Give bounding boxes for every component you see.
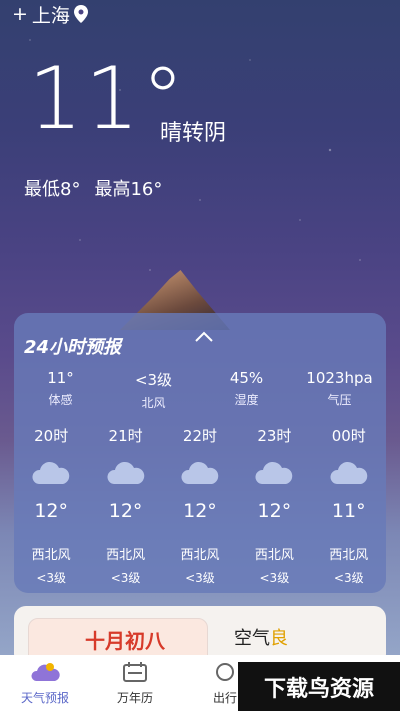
hour-time: 21时 (108, 427, 143, 445)
stat-value: 45% (229, 369, 264, 387)
temperature-range: 最低8° 最高16° (24, 175, 162, 201)
stat-label: 北风 (141, 396, 166, 410)
air-label: 空气 (234, 628, 270, 649)
hour-item: 23时 12° 西北风 <3级 (242, 425, 306, 586)
hour-item: 20时 12° 西北风 <3级 (19, 425, 83, 586)
hour-wind-level: <3级 (259, 571, 290, 585)
hour-temp: 12° (34, 500, 69, 522)
hour-time: 20时 (34, 427, 69, 445)
cloud-icon (330, 461, 367, 484)
location-bar[interactable]: + 上海 (12, 2, 88, 27)
stat-wind: <3级 北风 (107, 369, 200, 411)
hour-time: 23时 (257, 427, 292, 445)
hour-temp: 12° (183, 500, 217, 522)
hour-item: 22时 12° 西北风 <3级 (168, 425, 232, 586)
tab-label: 天气预报 (20, 691, 69, 705)
air-level: 良 (270, 628, 288, 649)
stat-pressure: 1023hpa 气压 (293, 369, 386, 411)
lunar-date: 十月初八 (85, 629, 165, 653)
forecast-title: 24小时预报 (24, 337, 122, 358)
travel-icon (216, 663, 234, 681)
hour-wind-dir: 西北风 (180, 548, 220, 563)
location-pin-icon (73, 5, 88, 23)
hour-time: 22时 (182, 427, 218, 445)
hour-wind-level: <3级 (110, 571, 141, 585)
stat-value: 11° (47, 369, 74, 387)
forecast-card: 24小时预报 11° 体感 <3级 北风 45% 湿度 1023hpa 气压 2… (14, 313, 386, 593)
hour-wind-dir: 西北风 (329, 548, 369, 563)
hour-wind-level: <3级 (333, 571, 364, 585)
stat-value: <3级 (134, 371, 173, 389)
tab-weather[interactable]: 天气预报 (0, 655, 90, 711)
calendar-icon (123, 662, 147, 682)
hour-temp: 11° (331, 500, 366, 522)
stat-humidity: 45% 湿度 (200, 369, 293, 411)
cloud-icon (181, 461, 219, 484)
hour-temp: 12° (108, 500, 143, 522)
low-temp: 最低8° (24, 179, 81, 200)
hour-wind-dir: 西北风 (254, 548, 294, 563)
cloud-icon (107, 461, 144, 484)
stat-label: 体感 (48, 393, 73, 407)
weather-condition: 晴转阴 (160, 121, 227, 146)
hour-wind-dir: 西北风 (106, 548, 146, 563)
stat-label: 湿度 (234, 393, 259, 407)
tab-calendar[interactable]: 万年历 (90, 655, 180, 711)
tab-label: 万年历 (116, 691, 153, 705)
hour-wind-dir: 西北风 (31, 548, 71, 563)
stat-value: 1023hpa (306, 369, 373, 387)
air-quality[interactable]: 空气良 (234, 624, 288, 650)
weather-icon (31, 663, 60, 681)
hour-item: 21时 12° 西北风 <3级 (94, 425, 158, 586)
stat-feels-like: 11° 体感 (14, 369, 107, 411)
watermark-logo: 下载鸟资源 (238, 662, 400, 711)
city-name: 上海 (31, 4, 70, 27)
hour-item: 00时 11° 西北风 <3级 (317, 425, 381, 586)
hour-wind-level: <3级 (36, 571, 67, 585)
stat-label: 气压 (327, 393, 352, 407)
add-city-icon[interactable]: + (12, 3, 28, 25)
hour-temp: 12° (257, 500, 292, 522)
cloud-icon (32, 461, 70, 484)
hour-wind-level: <3级 (185, 571, 215, 585)
high-temp: 最高16° (94, 179, 163, 200)
cloud-icon (255, 461, 293, 484)
chevron-up-icon[interactable] (194, 329, 214, 343)
hour-time: 00时 (331, 427, 366, 445)
hourly-forecast: 20时 12° 西北风 <3级 21时 12° 西北风 <3级 22时 12° … (14, 425, 386, 586)
current-stats: 11° 体感 <3级 北风 45% 湿度 1023hpa 气压 (14, 369, 386, 411)
